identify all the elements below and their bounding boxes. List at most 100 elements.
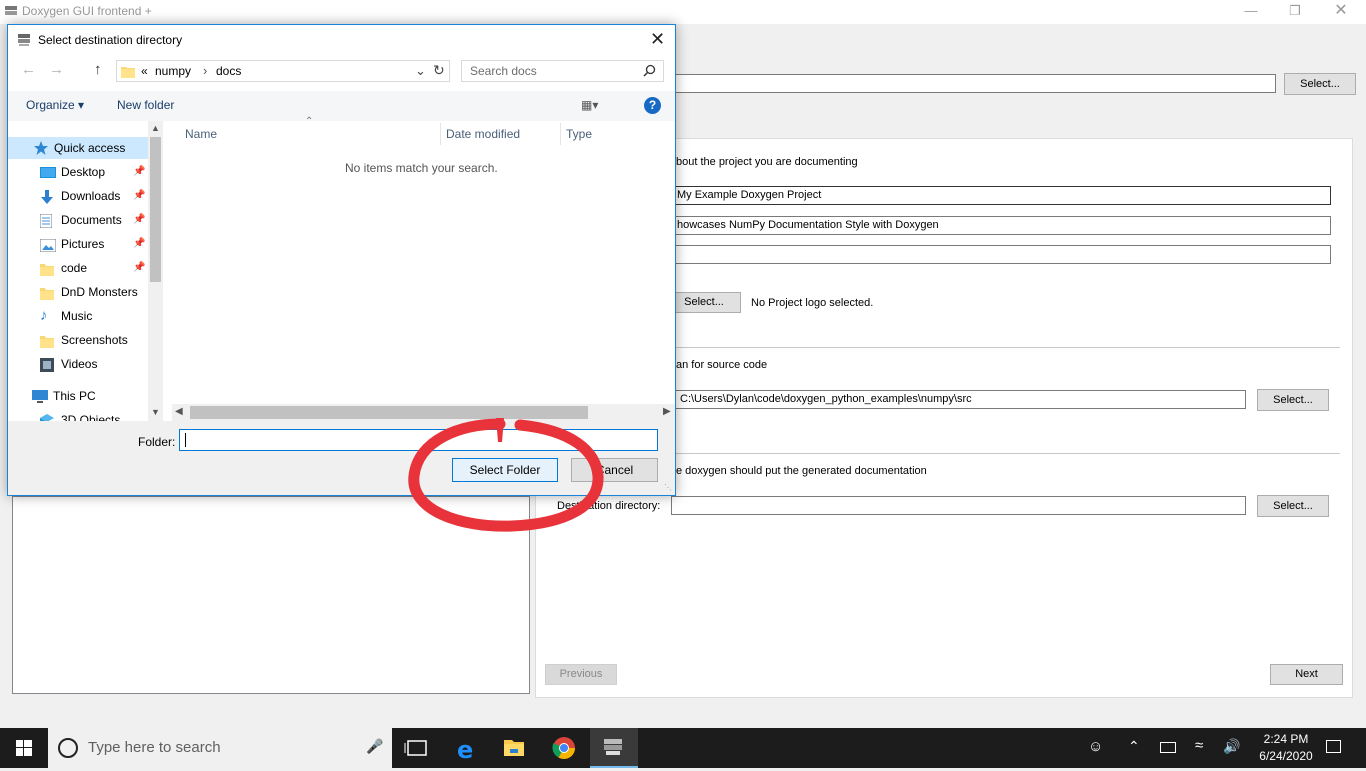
organize-menu[interactable]: Organize ▾ <box>26 98 84 112</box>
nav-item-3d-objects[interactable]: 3D Objects <box>8 409 148 421</box>
volume-icon[interactable]: 🔊 <box>1223 738 1240 755</box>
project-synopsis-input[interactable]: howcases NumPy Documentation Style with … <box>672 216 1331 235</box>
wifi-icon[interactable]: ≈ <box>1195 737 1203 754</box>
nav-item-pictures[interactable]: Pictures 📌 <box>8 233 148 255</box>
working-directory-select-button[interactable]: Select... <box>1284 73 1356 95</box>
project-logo-status: No Project logo selected. <box>751 297 874 309</box>
minimize-button[interactable]: — <box>1228 0 1274 24</box>
scrollbar-thumb[interactable] <box>150 137 161 282</box>
source-section-label: an for source code <box>676 359 768 371</box>
windows-start-icon[interactable] <box>16 740 32 759</box>
music-icon: ♪ <box>40 307 48 324</box>
video-icon <box>40 357 54 372</box>
computer-icon <box>32 389 48 403</box>
scroll-right-icon[interactable]: ▶ <box>663 406 671 417</box>
column-header-name[interactable]: Name <box>185 127 217 141</box>
refresh-icon[interactable]: ↻ <box>433 62 445 79</box>
people-icon[interactable]: ☺ <box>1088 738 1103 755</box>
nav-item-screenshots[interactable]: Screenshots <box>8 329 148 351</box>
main-titlebar: Doxygen GUI frontend + — ❐ ✕ <box>0 0 1366 24</box>
folder-icon <box>40 261 54 276</box>
scroll-left-icon[interactable]: ◀ <box>175 406 183 417</box>
new-folder-button[interactable]: New folder <box>117 98 174 112</box>
address-bar[interactable]: « numpy › docs ⌄ ↻ <box>116 60 450 82</box>
folder-icon <box>40 285 54 300</box>
nav-item-dnd-monsters[interactable]: DnD Monsters <box>8 281 148 303</box>
dialog-title: Select destination directory <box>38 33 183 47</box>
search-box[interactable]: Search docs <box>461 60 664 82</box>
previous-button[interactable]: Previous <box>545 664 617 685</box>
nav-item-downloads[interactable]: Downloads 📌 <box>8 185 148 207</box>
desktop-icon <box>40 165 56 179</box>
resize-grip-icon[interactable]: ⋱ <box>664 483 672 492</box>
destination-directory-input[interactable] <box>671 496 1246 515</box>
task-view-icon[interactable] <box>392 728 440 768</box>
navigation-scrollbar[interactable]: ▲ ▼ <box>148 121 163 421</box>
taskbar-search-placeholder: Type here to search <box>88 739 221 756</box>
navigation-pane[interactable]: Quick access Desktop 📌 Downloads 📌 Docum… <box>8 121 163 421</box>
scroll-up-icon[interactable]: ▲ <box>151 123 160 133</box>
doxygen-taskbar-icon[interactable] <box>590 728 638 768</box>
search-icon[interactable] <box>643 64 656 80</box>
notification-center-icon[interactable] <box>1326 740 1341 753</box>
dialog-close-button[interactable]: ✕ <box>650 29 665 50</box>
download-icon <box>40 189 54 204</box>
nav-item-quick-access[interactable]: Quick access <box>8 137 148 159</box>
nav-item-videos[interactable]: Videos <box>8 353 148 375</box>
nav-item-this-pc[interactable]: This PC <box>8 385 148 407</box>
next-button[interactable]: Next <box>1270 664 1343 685</box>
taskbar-search-box[interactable]: Type here to search 🎤 <box>48 728 392 768</box>
pin-icon: 📌 <box>133 238 146 249</box>
column-header-type[interactable]: Type <box>566 127 592 141</box>
show-hidden-icons-icon[interactable]: ⌃ <box>1128 738 1140 755</box>
destination-directory-select-button[interactable]: Select... <box>1257 495 1329 517</box>
nav-item-documents[interactable]: Documents 📌 <box>8 209 148 231</box>
app-icon <box>4 4 18 18</box>
working-directory-input[interactable] <box>674 74 1276 93</box>
nav-item-desktop[interactable]: Desktop 📌 <box>8 161 148 183</box>
pin-icon: 📌 <box>133 214 146 225</box>
column-header-date-modified[interactable]: Date modified <box>446 127 520 141</box>
folder-icon <box>40 333 54 348</box>
dialog-toolbar: Organize ▾ New folder ▦▾ ? <box>8 91 675 121</box>
battery-icon[interactable] <box>1160 742 1176 753</box>
taskbar-clock[interactable]: 2:24 PM 6/24/2020 <box>1248 731 1324 765</box>
source-directory-select-button[interactable]: Select... <box>1257 389 1329 411</box>
address-dropdown-icon[interactable]: ⌄ <box>415 63 426 79</box>
breadcrumb-overflow[interactable]: « <box>141 64 148 78</box>
clock-date: 6/24/2020 <box>1259 749 1313 763</box>
document-icon <box>39 213 54 229</box>
pin-icon: 📌 <box>133 166 146 177</box>
help-icon[interactable]: ? <box>644 97 661 114</box>
breadcrumb-numpy[interactable]: numpy <box>155 64 191 78</box>
column-divider <box>560 123 561 145</box>
microphone-icon[interactable]: 🎤 <box>366 738 383 755</box>
taskbar: Type here to search 🎤 e ☺ ⌃ ≈ 🔊 2:24 PM … <box>0 728 1366 768</box>
close-window-button[interactable]: ✕ <box>1318 0 1364 24</box>
pin-icon: 📌 <box>133 262 146 273</box>
project-logo-select-button[interactable]: Select... <box>667 292 741 313</box>
svg-text:e: e <box>457 736 473 764</box>
picture-icon <box>39 237 57 253</box>
breadcrumb-docs[interactable]: docs <box>216 64 241 78</box>
project-name-input[interactable]: My Example Doxygen Project <box>672 186 1331 205</box>
scroll-down-icon[interactable]: ▼ <box>151 407 160 417</box>
pin-icon: 📌 <box>133 190 146 201</box>
back-arrow-icon[interactable]: ← <box>21 61 36 78</box>
edge-browser-icon[interactable]: e <box>442 728 490 768</box>
search-placeholder: Search docs <box>470 64 537 78</box>
text-cursor <box>185 433 186 447</box>
column-divider <box>440 123 441 145</box>
file-explorer-icon[interactable] <box>490 728 538 768</box>
forward-arrow-icon[interactable]: → <box>49 61 64 78</box>
view-options-icon[interactable]: ▦▾ <box>581 98 598 112</box>
nav-item-music[interactable]: ♪ Music <box>8 305 148 327</box>
project-version-input[interactable] <box>672 245 1331 264</box>
nav-item-code[interactable]: code 📌 <box>8 257 148 279</box>
folder-icon <box>121 65 135 81</box>
chrome-browser-icon[interactable] <box>540 728 588 768</box>
maximize-button[interactable]: ❐ <box>1272 0 1318 24</box>
up-arrow-icon[interactable]: ↑ <box>94 61 102 78</box>
clock-time: 2:24 PM <box>1263 732 1309 746</box>
source-directory-input[interactable]: C:\Users\Dylan\code\doxygen_python_examp… <box>675 390 1246 409</box>
